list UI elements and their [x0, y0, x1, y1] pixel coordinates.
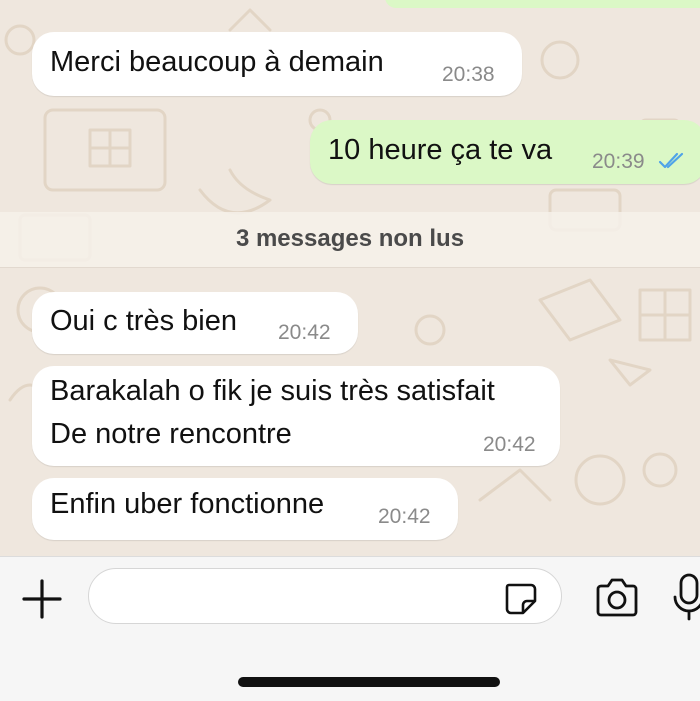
message-text: 10 heure ça te va [328, 134, 553, 166]
camera-icon[interactable] [594, 577, 640, 619]
message-time: 20:39 [592, 150, 645, 173]
chat-area[interactable]: Merci beaucoup à demain 20:38 10 heure ç… [0, 0, 700, 556]
message-time: 20:42 [483, 433, 536, 456]
message-time: 20:42 [378, 505, 431, 528]
read-receipt-icon [658, 152, 684, 169]
message-text-line-2: De notre rencontre [50, 418, 292, 450]
microphone-icon[interactable] [672, 573, 700, 623]
message-bubble-incoming[interactable]: Oui c très bien 20:42 [32, 292, 358, 354]
plus-icon[interactable] [20, 577, 64, 621]
message-bubble-incoming[interactable]: Enfin uber fonctionne 20:42 [32, 478, 458, 540]
message-time: 20:42 [278, 321, 331, 344]
unread-divider-label: 3 messages non lus [235, 225, 465, 252]
message-bubble-incoming[interactable]: Merci beaucoup à demain 20:38 [32, 32, 522, 96]
message-text: Oui c très bien [50, 305, 237, 337]
message-time: 20:38 [442, 63, 495, 86]
message-text: Merci beaucoup à demain [50, 46, 384, 78]
sticker-icon[interactable] [503, 581, 537, 615]
previous-outgoing-bubble-edge [385, 0, 700, 8]
message-bubble-outgoing[interactable]: 10 heure ça te va 20:39 [310, 120, 700, 184]
message-text: Enfin uber fonctionne [50, 488, 325, 520]
unread-divider: 3 messages non lus [0, 212, 700, 268]
message-bubble-incoming[interactable]: Barakalah o fik je suis très satisfait D… [32, 366, 560, 466]
message-text-line-1: Barakalah o fik je suis très satisfait [50, 375, 495, 407]
message-composer [0, 556, 700, 701]
message-input-field[interactable] [88, 568, 562, 624]
home-indicator [238, 677, 500, 687]
message-input[interactable] [107, 579, 501, 615]
